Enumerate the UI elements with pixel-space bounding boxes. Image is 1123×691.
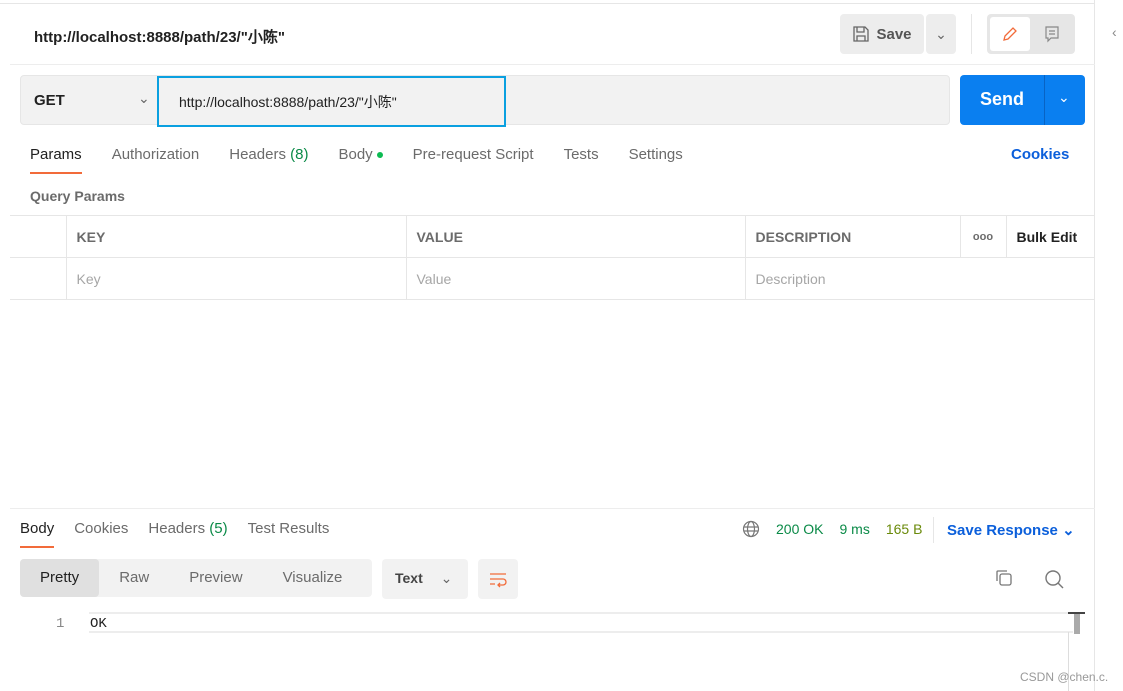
tab-settings[interactable]: Settings (629, 146, 683, 173)
tab-label: Body (20, 520, 55, 537)
chevron-down-icon: ⌄ (1062, 522, 1075, 539)
save-label: Save (876, 25, 912, 43)
response-body-text[interactable]: OK (90, 616, 107, 632)
method-select[interactable]: GET (34, 92, 65, 109)
comment-icon (1045, 26, 1059, 43)
edit-mode-button[interactable] (990, 17, 1030, 51)
key-input[interactable]: Key (65, 257, 407, 300)
view-mode-selector: Pretty Raw Preview Visualize (20, 559, 372, 597)
checkbox-column (10, 215, 67, 258)
tab-strip (0, 0, 1095, 4)
collapse-icon[interactable]: ‹ (1112, 24, 1117, 40)
response-meta: 200 OK 9 ms 165 B (742, 520, 922, 538)
value-input[interactable]: Value (405, 257, 746, 300)
tab-tests[interactable]: Tests (564, 146, 599, 173)
save-icon (853, 26, 870, 42)
tab-label: Headers (229, 146, 286, 163)
response-time[interactable]: 9 ms (839, 521, 869, 537)
request-title[interactable]: http://localhost:8888/path/23/"小陈" (34, 26, 285, 47)
row-checkbox (10, 257, 67, 300)
request-tabs: Params Authorization Headers (8) Body Pr… (30, 146, 683, 174)
divider (1044, 75, 1045, 125)
save-response-button[interactable]: Save Response ⌄ (947, 521, 1075, 539)
format-label: Text (395, 570, 423, 586)
response-tabs: Body Cookies Headers (5) Test Results (20, 520, 330, 548)
view-preview[interactable]: Preview (169, 559, 262, 597)
params-table: KEY VALUE DESCRIPTION ooo Bulk Edit Key … (10, 215, 1095, 300)
code-line-highlight (89, 612, 1073, 633)
chevron-down-icon[interactable]: ⌄ (1058, 89, 1070, 106)
tab-label: Settings (628, 146, 683, 163)
tab-response-cookies[interactable]: Cookies (74, 520, 128, 547)
format-select[interactable]: Text ⌄ (382, 559, 468, 599)
tab-label: Body (338, 146, 373, 163)
bulk-edit-button[interactable]: Bulk Edit (1005, 215, 1095, 258)
tab-pre-request-script[interactable]: Pre-request Script (413, 146, 534, 173)
tab-params[interactable]: Params (30, 146, 82, 174)
tab-label: Tests (563, 146, 599, 163)
globe-icon[interactable] (742, 520, 760, 538)
view-visualize[interactable]: Visualize (263, 559, 363, 597)
tab-authorization[interactable]: Authorization (112, 146, 200, 173)
status-code[interactable]: 200 OK (776, 521, 823, 537)
chevron-down-icon: ⌄ (935, 25, 947, 42)
scrollbar[interactable] (1068, 612, 1085, 634)
tab-label: Pre-request Script (412, 146, 534, 163)
tab-test-results[interactable]: Test Results (248, 520, 330, 547)
save-button[interactable]: Save (840, 14, 924, 54)
cookies-link[interactable]: Cookies (1011, 146, 1069, 163)
scrollbar-thumb[interactable] (1073, 614, 1080, 634)
tab-body[interactable]: Body (338, 146, 383, 173)
view-raw[interactable]: Raw (99, 559, 169, 597)
divider (10, 64, 1095, 65)
divider (10, 508, 1095, 509)
divider (933, 517, 934, 543)
body-indicator-dot (376, 152, 383, 159)
tab-headers[interactable]: Headers (8) (229, 146, 308, 173)
search-icon[interactable] (1043, 568, 1065, 590)
table-header-row: KEY VALUE DESCRIPTION ooo Bulk Edit (10, 215, 1095, 258)
send-label: Send (980, 89, 1025, 109)
send-button[interactable]: Send ⌄ (960, 75, 1085, 125)
headers-count: (5) (209, 520, 228, 537)
wrap-lines-button[interactable] (478, 559, 518, 599)
chevron-down-icon: ⌄ (440, 570, 453, 586)
description-input[interactable]: Description (744, 257, 1095, 300)
divider (971, 14, 972, 54)
chevron-down-icon[interactable]: ⌄ (138, 90, 150, 107)
comments-button[interactable] (1032, 17, 1072, 51)
column-key: KEY (65, 215, 407, 258)
right-pane-divider (1094, 0, 1095, 691)
url-input[interactable] (157, 76, 506, 127)
tab-response-headers[interactable]: Headers (5) (148, 520, 227, 547)
tab-label: Cookies (74, 520, 129, 537)
view-pretty[interactable]: Pretty (20, 559, 100, 597)
more-options-button[interactable]: ooo (959, 215, 1007, 258)
wrap-icon (490, 573, 507, 588)
copy-icon[interactable] (994, 568, 1014, 588)
response-size[interactable]: 165 B (886, 521, 923, 537)
save-response-label: Save Response (947, 522, 1058, 539)
pencil-icon (1003, 27, 1017, 41)
line-number: 1 (56, 616, 65, 632)
column-description: DESCRIPTION (744, 215, 961, 258)
query-params-title: Query Params (30, 188, 125, 204)
column-value: VALUE (405, 215, 746, 258)
tab-label: Test Results (247, 520, 330, 537)
tab-label: Headers (148, 520, 206, 537)
tab-label: Authorization (111, 146, 200, 163)
tab-label: Params (30, 146, 82, 163)
watermark: CSDN @chen.c. (1020, 670, 1109, 684)
headers-count: (8) (290, 146, 309, 163)
tab-response-body[interactable]: Body (20, 520, 55, 548)
save-dropdown-button[interactable]: ⌄ (926, 14, 956, 54)
table-row: Key Value Description (10, 257, 1095, 300)
